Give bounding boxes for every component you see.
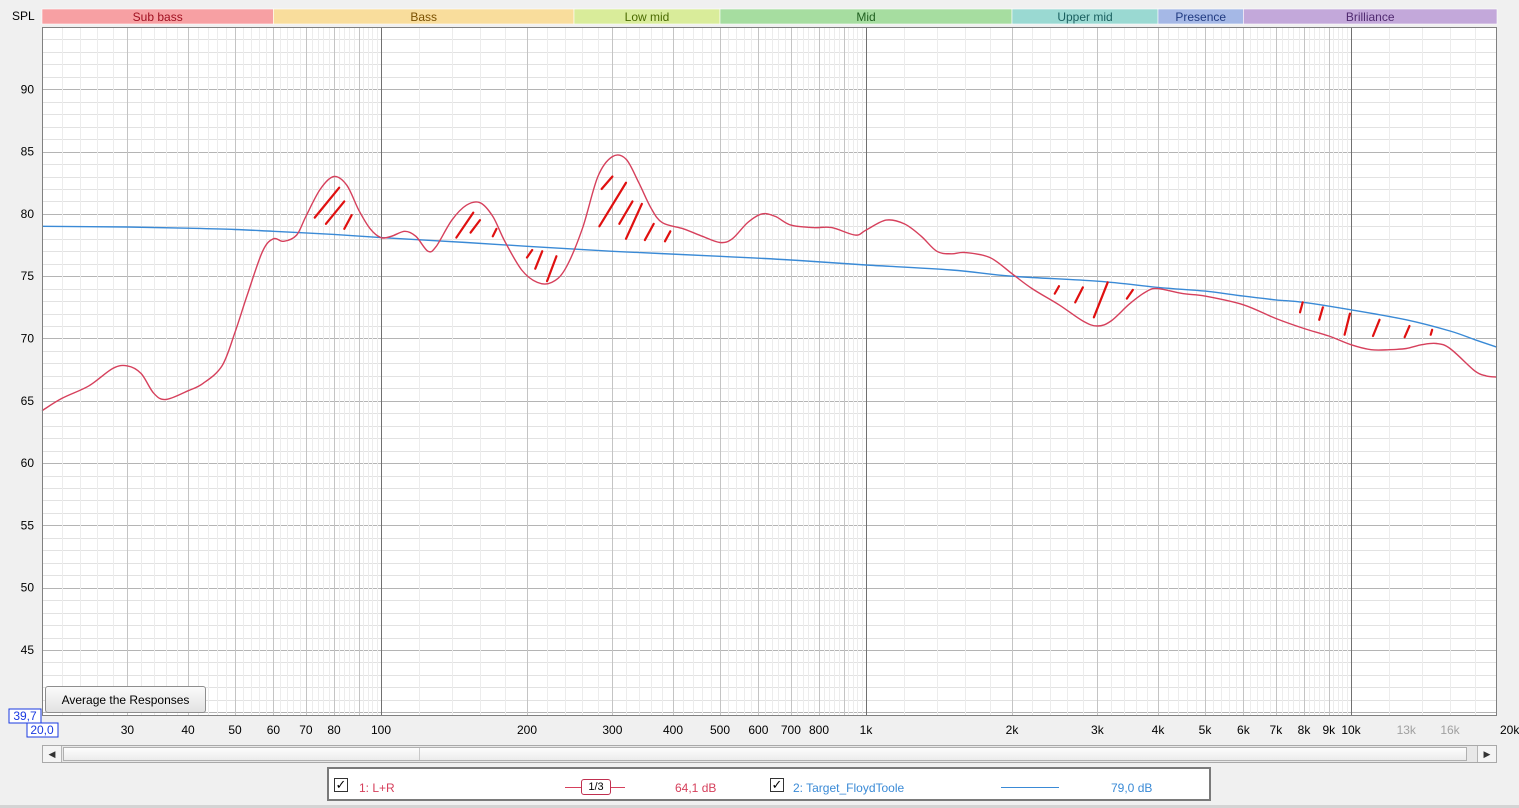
- x-tick-label: 6k: [1237, 723, 1251, 737]
- series1-checkbox[interactable]: ✓: [334, 778, 348, 792]
- scrollbar-thumb[interactable]: [63, 747, 1467, 761]
- x-tick-label: 30: [121, 723, 135, 737]
- horizontal-scrollbar[interactable]: ◀ ▶: [42, 745, 1497, 763]
- x-tick-label: 50: [228, 723, 242, 737]
- y-tick-label: 50: [21, 581, 35, 595]
- y-tick-label: 80: [21, 207, 35, 221]
- x-tick-label: 4k: [1152, 723, 1166, 737]
- x-tick-label: 100: [371, 723, 391, 737]
- series1-line-swatch-right: [611, 787, 625, 788]
- series1-smoothing-indicator[interactable]: 1/3: [581, 779, 611, 795]
- series2-label: 2: Target_FloydToole: [793, 781, 905, 795]
- legend-panel: ✓ 1: L+R 1/3 64,1 dB ✓ 2: Target_FloydTo…: [327, 767, 1211, 801]
- y-min-value[interactable]: 39,7: [13, 709, 37, 723]
- x-tick-label: 8k: [1298, 723, 1312, 737]
- x-min-value[interactable]: 20,0: [30, 723, 54, 737]
- series2-value: 79,0 dB: [1111, 781, 1153, 795]
- x-tick-label: 10k: [1341, 723, 1361, 737]
- x-tick-label: 300: [602, 723, 622, 737]
- scroll-right-arrow-icon[interactable]: ▶: [1477, 746, 1496, 762]
- scroll-left-arrow-icon[interactable]: ◀: [43, 746, 62, 762]
- rew-spl-graph-window: Sub bass Bass Low mid Mid Upper mid Presence B…: [0, 0, 1519, 808]
- band-label: Presence: [1175, 10, 1226, 24]
- band-label: Brilliance: [1346, 10, 1395, 24]
- y-tick-label: 90: [21, 82, 35, 96]
- series1-label: 1: L+R: [359, 781, 395, 795]
- x-tick-label: 600: [748, 723, 768, 737]
- x-tick-label: 2k: [1006, 723, 1020, 737]
- x-tick-label: 7k: [1270, 723, 1284, 737]
- x-tick-label: 5k: [1199, 723, 1213, 737]
- y-tick-label: 65: [21, 394, 35, 408]
- y-tick-label: 70: [21, 331, 35, 345]
- x-tick-label: 500: [710, 723, 730, 737]
- x-tick-label: 13k: [1397, 723, 1417, 737]
- y-tick-label: 55: [21, 518, 35, 532]
- plot-area[interactable]: [42, 27, 1497, 716]
- spl-chart: Sub bass Bass Low mid Mid Upper mid Presence B…: [8, 8, 1519, 738]
- band-label: Low mid: [625, 10, 670, 24]
- y-tick-label: 45: [21, 643, 35, 657]
- band-label: Upper mid: [1057, 10, 1112, 24]
- series1-line-swatch: [565, 787, 581, 788]
- x-tick-label: 20kHz: [1500, 723, 1519, 737]
- x-tick-label: 9k: [1322, 723, 1336, 737]
- x-tick-label: 400: [663, 723, 683, 737]
- x-tick-label: 700: [781, 723, 801, 737]
- x-tick-label: 40: [181, 723, 195, 737]
- y-tick-label: 85: [21, 145, 35, 159]
- x-tick-label: 60: [267, 723, 281, 737]
- x-tick-label: 200: [517, 723, 537, 737]
- x-tick-label: 16k: [1440, 723, 1460, 737]
- y-tick-label: 75: [21, 269, 35, 283]
- band-label: Bass: [410, 10, 437, 24]
- band-label: Sub bass: [133, 10, 183, 24]
- hatch-mark: [1429, 328, 1434, 336]
- x-tick-label: 800: [809, 723, 829, 737]
- x-tick-label: 80: [327, 723, 341, 737]
- series1-value: 64,1 dB: [675, 781, 717, 795]
- y-axis-label: SPL: [12, 9, 35, 23]
- x-tick-label: 70: [299, 723, 313, 737]
- x-tick-label: 1k: [860, 723, 874, 737]
- band-label: Mid: [856, 10, 875, 24]
- y-tick-label: 60: [21, 456, 35, 470]
- series2-checkbox[interactable]: ✓: [770, 778, 784, 792]
- average-responses-button[interactable]: Average the Responses: [45, 686, 206, 713]
- series2-line-swatch: [1001, 787, 1059, 788]
- x-tick-label: 3k: [1091, 723, 1105, 737]
